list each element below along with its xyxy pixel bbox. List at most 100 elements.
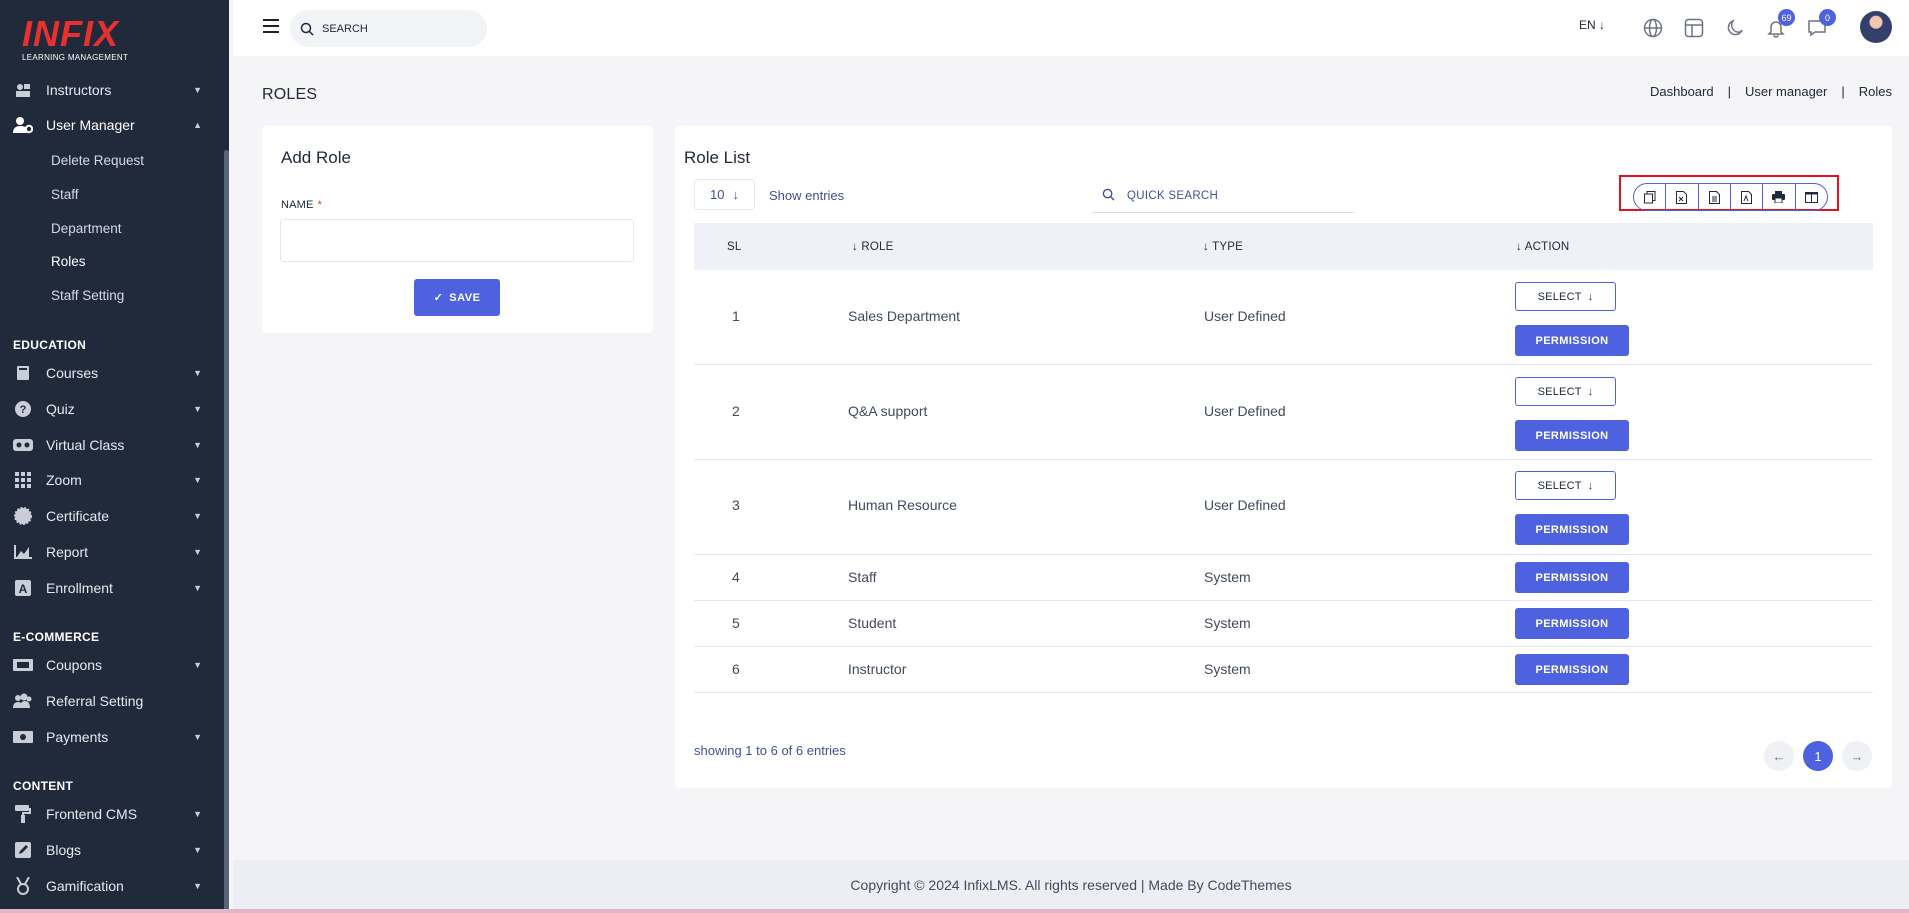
menu-toggle-icon[interactable] <box>263 19 279 33</box>
caret-down-icon: ▼ <box>193 440 202 450</box>
previous-page-button[interactable]: ← <box>1764 741 1794 771</box>
showing-entries-text: showing 1 to 6 of 6 entries <box>694 743 846 758</box>
caret-down-icon: ▼ <box>193 511 202 521</box>
cell-role: Staff <box>848 569 877 585</box>
bell-icon[interactable]: 69 <box>1763 9 1795 41</box>
layout-icon[interactable] <box>1681 15 1707 41</box>
sidebar-item-frontend-cms[interactable]: Frontend CMS ▼ <box>0 799 224 829</box>
sidebar-item-label: Enrollment <box>46 580 113 596</box>
select-dropdown-button[interactable]: SELECT ↓ <box>1515 282 1616 311</box>
instructor-icon <box>13 80 33 100</box>
role-name-input[interactable] <box>280 219 634 262</box>
quick-search-input[interactable]: QUICK SEARCH <box>1092 179 1354 213</box>
columns-icon[interactable] <box>1796 184 1827 210</box>
sidebar-item-blogs[interactable]: Blogs ▼ <box>0 835 224 865</box>
sidebar-item-label: Frontend CMS <box>46 806 138 822</box>
cell-type: System <box>1204 661 1251 677</box>
section-heading-ecommerce: E-COMMERCE <box>13 630 100 644</box>
moon-icon[interactable] <box>1722 15 1748 41</box>
sidebar-item-gamification[interactable]: Gamification ▼ <box>0 871 224 901</box>
table-row: 4 Staff System PERMISSION <box>694 555 1873 601</box>
caret-down-icon: ▼ <box>193 368 202 378</box>
name-label-text: NAME <box>281 199 314 211</box>
sidebar-item-instructors[interactable]: Instructors ▼ <box>0 75 224 105</box>
column-header-type-label: TYPE <box>1212 240 1243 253</box>
caret-down-icon: ▼ <box>193 85 202 95</box>
select-dropdown-button[interactable]: SELECT ↓ <box>1515 377 1616 406</box>
globe-icon[interactable] <box>1640 15 1666 41</box>
permission-button[interactable]: PERMISSION <box>1515 325 1629 356</box>
sidebar-subitem-roles[interactable]: Roles <box>51 249 86 273</box>
message-count-badge: 0 <box>1819 9 1836 26</box>
column-header-type[interactable]: ↓ TYPE <box>1203 241 1243 253</box>
sidebar-item-user-manager[interactable]: User Manager ▲ <box>0 110 224 140</box>
select-label: SELECT <box>1537 290 1582 303</box>
sidebar-item-label: Zoom <box>46 472 82 488</box>
infix-logo[interactable]: INFIX LEARNING MANAGEMENT <box>22 16 142 66</box>
breadcrumb-separator: | <box>1727 84 1731 99</box>
breadcrumb-roles[interactable]: Roles <box>1859 84 1892 99</box>
caret-up-icon: ▲ <box>193 120 202 130</box>
csv-file-icon[interactable] <box>1699 184 1731 210</box>
breadcrumb-user-manager[interactable]: User manager <box>1745 84 1827 99</box>
copy-icon[interactable] <box>1634 184 1667 210</box>
excel-file-icon[interactable] <box>1666 184 1699 210</box>
permission-button[interactable]: PERMISSION <box>1515 654 1629 685</box>
permission-button[interactable]: PERMISSION <box>1515 514 1629 545</box>
cell-sl: 4 <box>732 569 740 585</box>
breadcrumb-dashboard[interactable]: Dashboard <box>1650 84 1714 99</box>
required-mark: * <box>317 199 323 211</box>
search-icon <box>1102 188 1115 204</box>
global-search-input[interactable]: SEARCH <box>290 10 487 47</box>
select-dropdown-button[interactable]: SELECT ↓ <box>1515 471 1616 500</box>
user-avatar[interactable] <box>1860 11 1892 43</box>
sidebar-subitem-department[interactable]: Department <box>51 216 122 240</box>
sidebar-item-zoom[interactable]: Zoom ▼ <box>0 465 224 495</box>
sidebar-subitem-staff[interactable]: Staff <box>51 182 79 206</box>
save-button[interactable]: ✓ SAVE <box>414 279 500 316</box>
ticket-icon <box>13 655 33 675</box>
language-selector[interactable]: EN ↓ <box>1579 18 1605 32</box>
certificate-badge-icon <box>13 506 33 526</box>
sidebar-item-label: Courses <box>46 365 99 381</box>
cell-sl: 1 <box>732 308 740 324</box>
arrow-down-icon: ↓ <box>732 187 739 202</box>
notification-count-badge: 69 <box>1778 9 1795 26</box>
caret-down-icon: ▼ <box>193 732 202 742</box>
column-header-role[interactable]: ↓ ROLE <box>852 241 893 253</box>
print-icon[interactable] <box>1763 184 1796 210</box>
column-header-sl[interactable]: SL <box>727 241 741 253</box>
permission-button[interactable]: PERMISSION <box>1515 420 1629 451</box>
sidebar-item-coupons[interactable]: Coupons ▼ <box>0 650 224 680</box>
column-header-role-label: ROLE <box>861 240 894 253</box>
caret-down-icon: ▼ <box>193 881 202 891</box>
role-list-card: Role List 10 ↓ Show entries QUICK SEARCH … <box>675 126 1892 788</box>
next-page-button[interactable]: → <box>1842 741 1872 771</box>
arrow-down-icon: ↓ <box>1599 18 1606 32</box>
add-role-card: Add Role NAME * ✓ SAVE <box>262 126 653 333</box>
sidebar-item-quiz[interactable]: ? Quiz ▼ <box>0 394 224 424</box>
sidebar-subitem-staff-setting[interactable]: Staff Setting <box>51 283 124 307</box>
sidebar-item-courses[interactable]: Courses ▼ <box>0 358 224 388</box>
sidebar-item-certificate[interactable]: Certificate ▼ <box>0 501 224 531</box>
sidebar-item-enrollment[interactable]: A Enrollment ▼ <box>0 573 224 603</box>
sidebar-item-referral-setting[interactable]: Referral Setting <box>0 686 224 716</box>
sidebar-scrollbar[interactable] <box>224 150 229 913</box>
arrow-left-icon: ← <box>1772 748 1786 764</box>
sidebar-item-label: Certificate <box>46 508 110 524</box>
caret-down-icon: ▼ <box>193 845 202 855</box>
svg-text:?: ? <box>20 404 27 416</box>
sidebar-item-report[interactable]: Report ▼ <box>0 537 224 567</box>
copyright-text: Copyright © 2024 InfixLMS. All rights re… <box>850 876 1292 893</box>
permission-button[interactable]: PERMISSION <box>1515 608 1629 639</box>
page-number-button[interactable]: 1 <box>1803 741 1833 771</box>
sidebar-item-virtual-class[interactable]: Virtual Class ▼ <box>0 430 224 460</box>
permission-button[interactable]: PERMISSION <box>1515 562 1629 593</box>
entries-select[interactable]: 10 ↓ <box>694 179 755 210</box>
arrow-down-icon: ↓ <box>1587 290 1594 303</box>
chat-icon[interactable]: 0 <box>1804 9 1836 41</box>
column-header-action[interactable]: ↓ ACTION <box>1516 241 1569 253</box>
pdf-file-icon[interactable] <box>1731 184 1764 210</box>
sidebar-item-payments[interactable]: Payments ▼ <box>0 722 224 752</box>
sidebar-subitem-delete-request[interactable]: Delete Request <box>51 148 144 172</box>
